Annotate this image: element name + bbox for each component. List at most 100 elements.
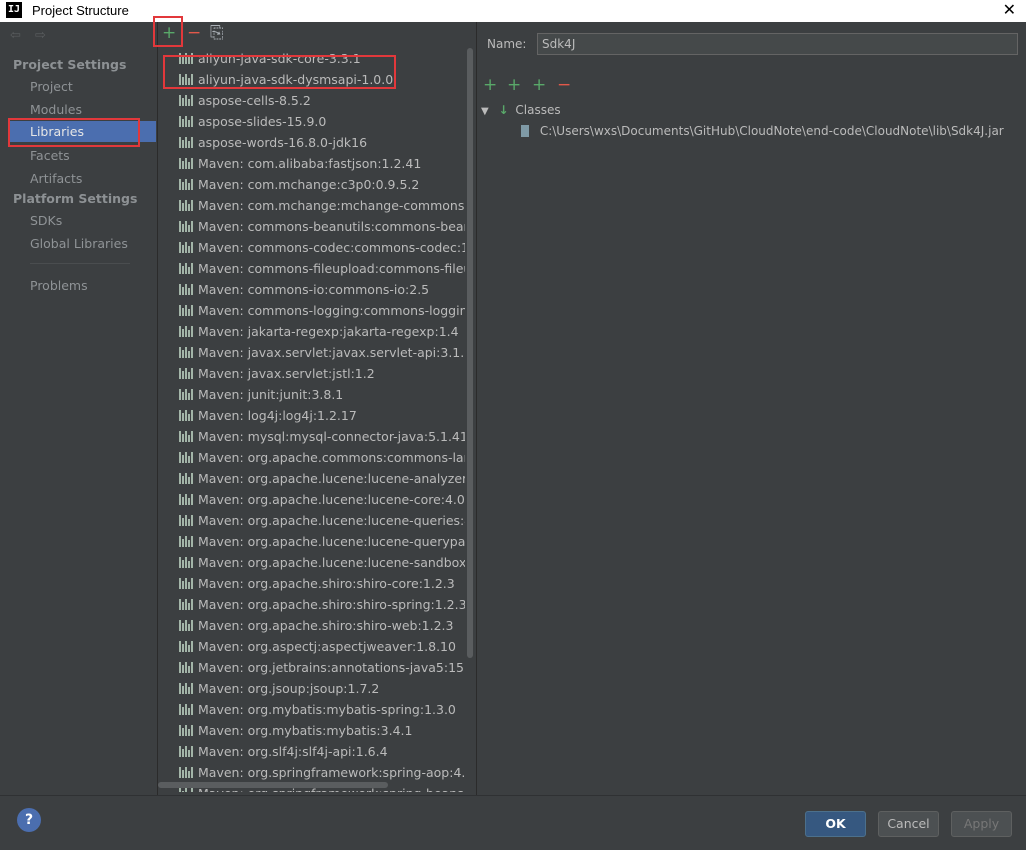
library-item[interactable]: Maven: junit:junit:3.8.1 <box>158 384 465 405</box>
library-item[interactable]: Maven: org.apache.shiro:shiro-web:1.2.3 <box>158 615 465 636</box>
back-arrow-icon[interactable]: ⇦ <box>10 28 21 43</box>
library-item[interactable]: Maven: javax.servlet:jstl:1.2 <box>158 363 465 384</box>
cancel-button[interactable]: Cancel <box>878 811 939 837</box>
remove-library-icon[interactable]: − <box>187 23 201 43</box>
library-item[interactable]: Maven: org.apache.lucene:lucene-queries:… <box>158 510 465 531</box>
library-icon <box>179 179 193 190</box>
add-root-icon[interactable]: + <box>483 75 497 95</box>
library-name: Maven: org.apache.lucene:lucene-core:4.0… <box>198 492 465 507</box>
library-item[interactable]: Maven: org.apache.commons:commons-lang3:… <box>158 447 465 468</box>
library-item[interactable]: Maven: org.apache.lucene:lucene-analyzer… <box>158 468 465 489</box>
library-item[interactable]: Maven: org.aspectj:aspectjweaver:1.8.10 <box>158 636 465 657</box>
title-bar: IJ Project Structure ✕ <box>0 0 1026 22</box>
library-item[interactable]: Maven: org.jetbrains:annotations-java5:1… <box>158 657 465 678</box>
add-library-icon[interactable]: + <box>162 23 176 43</box>
library-name: Maven: javax.servlet:javax.servlet-api:3… <box>198 345 465 360</box>
nav-history: ⇦ ⇨ <box>10 28 56 43</box>
library-item[interactable]: Maven: org.jsoup:jsoup:1.7.2 <box>158 678 465 699</box>
library-name: Maven: mysql:mysql-connector-java:5.1.41 <box>198 429 465 444</box>
nav-item-problems[interactable]: Problems <box>8 275 156 296</box>
library-icon <box>179 473 193 484</box>
jar-node[interactable]: C:\Users\wxs\Documents\GitHub\CloudNote\… <box>521 121 1004 141</box>
nav-item-artifacts[interactable]: Artifacts <box>8 168 156 189</box>
library-item[interactable]: Maven: jakarta-regexp:jakarta-regexp:1.4 <box>158 321 465 342</box>
library-icon <box>179 263 193 274</box>
classes-node[interactable]: ▼ ↓ Classes <box>481 100 561 120</box>
library-item[interactable]: Maven: com.mchange:c3p0:0.9.5.2 <box>158 174 465 195</box>
library-item[interactable]: Maven: org.apache.lucene:lucene-querypar… <box>158 531 465 552</box>
library-item[interactable]: Maven: commons-fileupload:commons-fileup… <box>158 258 465 279</box>
library-item[interactable]: Maven: org.mybatis:mybatis:3.4.1 <box>158 720 465 741</box>
library-item[interactable]: Maven: com.mchange:mchange-commons-java: <box>158 195 465 216</box>
library-item[interactable]: aliyun-java-sdk-core-3.3.1 <box>158 48 465 69</box>
copy-library-icon[interactable]: ⎘ <box>210 23 224 43</box>
library-icon <box>179 368 193 379</box>
library-name: Maven: org.apache.lucene:lucene-queries:… <box>198 513 465 528</box>
library-icon <box>179 221 193 232</box>
nav-item-sdks[interactable]: SDKs <box>8 210 156 231</box>
remove-root-icon[interactable]: − <box>557 75 571 95</box>
library-item[interactable]: Maven: org.apache.shiro:shiro-core:1.2.3 <box>158 573 465 594</box>
library-item[interactable]: Maven: org.mybatis:mybatis-spring:1.3.0 <box>158 699 465 720</box>
library-item[interactable]: Maven: org.apache.lucene:lucene-sandbox:… <box>158 552 465 573</box>
library-name: Maven: jakarta-regexp:jakarta-regexp:1.4 <box>198 324 459 339</box>
nav-item-modules[interactable]: Modules <box>8 99 156 120</box>
library-name: aliyun-java-sdk-core-3.3.1 <box>198 51 361 66</box>
nav-item-project[interactable]: Project <box>8 76 156 97</box>
nav-item-libraries[interactable]: Libraries <box>8 121 156 142</box>
library-icon <box>179 452 193 463</box>
library-icon <box>179 683 193 694</box>
library-item[interactable]: Maven: javax.servlet:javax.servlet-api:3… <box>158 342 465 363</box>
library-item[interactable]: aspose-cells-8.5.2 <box>158 90 465 111</box>
add-other-root-icon[interactable]: + <box>532 75 546 95</box>
classes-icon: ↓ <box>498 103 509 117</box>
library-item[interactable]: aspose-words-16.8.0-jdk16 <box>158 132 465 153</box>
library-item[interactable]: Maven: mysql:mysql-connector-java:5.1.41 <box>158 426 465 447</box>
library-icon <box>179 347 193 358</box>
library-name: Maven: org.apache.lucene:lucene-sandbox:… <box>198 555 465 570</box>
library-item[interactable]: Maven: commons-beanutils:commons-beanuti… <box>158 216 465 237</box>
list-horizontal-scrollbar[interactable] <box>158 782 388 788</box>
library-name-input[interactable] <box>537 33 1018 55</box>
list-vertical-scrollbar[interactable] <box>467 48 473 658</box>
library-item[interactable]: Maven: log4j:log4j:1.2.17 <box>158 405 465 426</box>
library-name: Maven: javax.servlet:jstl:1.2 <box>198 366 375 381</box>
library-icon <box>179 242 193 253</box>
list-toolbar: + − ⎘ <box>158 22 475 46</box>
library-name: Maven: org.aspectj:aspectjweaver:1.8.10 <box>198 639 456 654</box>
forward-arrow-icon[interactable]: ⇨ <box>35 28 46 43</box>
library-item[interactable]: Maven: com.alibaba:fastjson:1.2.41 <box>158 153 465 174</box>
library-item[interactable]: aspose-slides-15.9.0 <box>158 111 465 132</box>
apply-button[interactable]: Apply <box>951 811 1012 837</box>
library-name: Maven: log4j:log4j:1.2.17 <box>198 408 357 423</box>
library-name: Maven: org.apache.shiro:shiro-web:1.2.3 <box>198 618 454 633</box>
library-name: Maven: commons-logging:commons-logging:1… <box>198 303 465 318</box>
group-platform-settings: Platform Settings <box>13 191 138 206</box>
library-icon <box>179 74 193 85</box>
detail-toolbar: + + + − <box>477 74 1026 96</box>
ok-button[interactable]: OK <box>805 811 866 837</box>
library-name: Maven: org.apache.shiro:shiro-spring:1.2… <box>198 597 465 612</box>
library-icon <box>179 95 193 106</box>
library-icon <box>179 704 193 715</box>
library-icon <box>179 389 193 400</box>
expand-triangle-icon[interactable]: ▼ <box>481 106 489 117</box>
library-item[interactable]: Maven: org.slf4j:slf4j-api:1.6.4 <box>158 741 465 762</box>
close-window-button[interactable]: ✕ <box>1003 1 1016 19</box>
library-icon <box>179 410 193 421</box>
library-name: Maven: org.mybatis:mybatis:3.4.1 <box>198 723 413 738</box>
library-icon <box>179 200 193 211</box>
help-icon[interactable]: ? <box>17 808 41 832</box>
add-jar-icon[interactable]: + <box>507 75 521 95</box>
nav-item-global-libraries[interactable]: Global Libraries <box>8 233 156 254</box>
library-item[interactable]: Maven: org.springframework:spring-aop:4.… <box>158 762 465 783</box>
library-name: Maven: org.mybatis:mybatis-spring:1.3.0 <box>198 702 456 717</box>
library-item[interactable]: aliyun-java-sdk-dysmsapi-1.0.0 <box>158 69 465 90</box>
library-item[interactable]: Maven: commons-codec:commons-codec:1.10 <box>158 237 465 258</box>
nav-item-facets[interactable]: Facets <box>8 145 156 166</box>
library-item[interactable]: Maven: commons-logging:commons-logging:1… <box>158 300 465 321</box>
library-item[interactable]: Maven: org.apache.shiro:shiro-spring:1.2… <box>158 594 465 615</box>
library-item[interactable]: Maven: org.apache.lucene:lucene-core:4.0… <box>158 489 465 510</box>
library-icon <box>179 305 193 316</box>
library-item[interactable]: Maven: commons-io:commons-io:2.5 <box>158 279 465 300</box>
